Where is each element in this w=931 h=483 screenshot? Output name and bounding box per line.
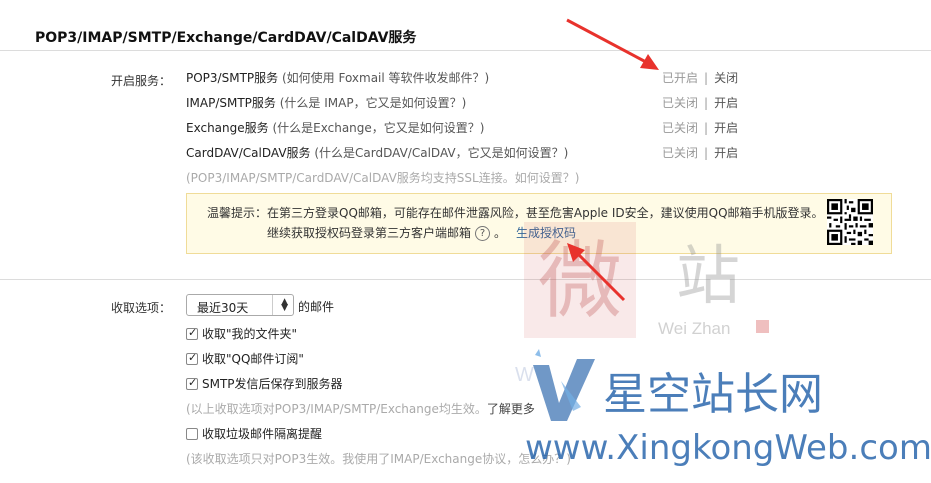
annotation-arrows <box>566 18 659 302</box>
arrow-to-generate-link-icon <box>567 243 626 302</box>
arrow-to-status-icon <box>566 18 659 70</box>
